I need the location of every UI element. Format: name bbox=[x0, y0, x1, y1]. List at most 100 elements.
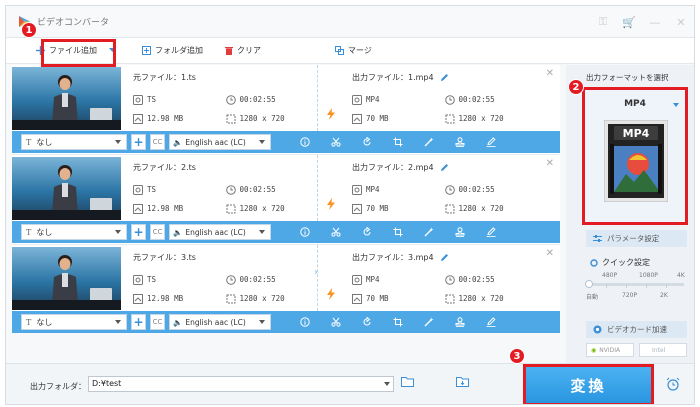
remove-item-icon[interactable]: ✕ bbox=[546, 68, 554, 79]
intel-badge: Intel bbox=[639, 343, 687, 357]
edit-pencil-icon[interactable] bbox=[440, 253, 449, 262]
quality-label-720p: 720P bbox=[622, 292, 638, 299]
title-bar: ビデオコンバータ ⚿ 🛒 — ✕ bbox=[6, 6, 694, 38]
scissors-icon[interactable] bbox=[320, 317, 351, 327]
watermark-stamp-icon[interactable] bbox=[444, 227, 475, 237]
resolution-icon bbox=[226, 204, 235, 213]
step-badge-2: 2 bbox=[568, 79, 584, 95]
subtitle-edit-icon[interactable] bbox=[475, 137, 506, 147]
parameter-settings-label: パラメータ設定 bbox=[607, 234, 660, 243]
rotate-icon[interactable] bbox=[351, 317, 382, 327]
convert-button[interactable]: 変換 bbox=[523, 364, 654, 404]
add-subtitle-button[interactable]: + bbox=[131, 134, 146, 150]
chevron-down-icon bbox=[673, 103, 679, 107]
add-subtitle-button[interactable]: + bbox=[131, 224, 146, 240]
subtitle-select[interactable]: T なし bbox=[21, 314, 127, 330]
format-icon bbox=[133, 184, 143, 195]
chevron-down-icon[interactable] bbox=[384, 382, 390, 386]
subtitle-edit-icon[interactable] bbox=[475, 317, 506, 327]
cart-icon[interactable]: 🛒 bbox=[616, 16, 642, 29]
clock-icon bbox=[225, 94, 236, 105]
rotate-icon[interactable] bbox=[351, 227, 382, 237]
cc-button[interactable]: CC bbox=[150, 314, 165, 330]
chevron-right-icon: › bbox=[314, 267, 318, 278]
effects-wand-icon[interactable] bbox=[413, 227, 444, 237]
quick-settings-heading: クイック設定 bbox=[590, 257, 650, 268]
minimize-button[interactable]: — bbox=[642, 16, 668, 29]
crop-icon[interactable] bbox=[382, 227, 413, 237]
scissors-icon[interactable] bbox=[320, 227, 351, 237]
quality-label-2k: 2K bbox=[660, 292, 668, 299]
browse-output-folder-button[interactable] bbox=[456, 376, 469, 389]
rotate-icon[interactable] bbox=[351, 137, 382, 147]
merge-button[interactable]: マージ bbox=[335, 45, 372, 56]
effects-wand-icon[interactable] bbox=[413, 137, 444, 147]
add-subtitle-button[interactable]: + bbox=[131, 314, 146, 330]
scissors-icon[interactable] bbox=[320, 137, 351, 147]
source-info: 元ファイル：1.ts TS 00:02:55 12.98 MB 1280 x 7… bbox=[133, 72, 318, 128]
edit-pencil-icon[interactable] bbox=[440, 73, 449, 82]
crop-icon[interactable] bbox=[382, 137, 413, 147]
info-icon[interactable] bbox=[289, 137, 320, 147]
source-duration: 00:02:55 bbox=[239, 275, 276, 284]
step-badge-1: 1 bbox=[21, 22, 37, 38]
source-filename: 元ファイル：3.ts bbox=[133, 253, 196, 262]
speaker-icon: 🔈 bbox=[173, 137, 183, 147]
source-filename: 元ファイル：2.ts bbox=[133, 163, 196, 172]
source-resolution: 1280 x 720 bbox=[239, 204, 285, 213]
audio-track-select[interactable]: 🔈 English aac (LC) bbox=[169, 314, 271, 330]
clear-button[interactable]: クリア bbox=[225, 45, 261, 56]
video-thumbnail[interactable] bbox=[12, 67, 121, 130]
audio-value: English aac (LC) bbox=[185, 227, 246, 237]
filesize-icon bbox=[352, 113, 362, 124]
selected-format: MP4 bbox=[624, 99, 646, 109]
hardware-accel-button[interactable]: ビデオカード加速 bbox=[586, 321, 687, 338]
audio-track-select[interactable]: 🔈 English aac (LC) bbox=[169, 134, 271, 150]
quality-slider-track[interactable] bbox=[588, 283, 684, 286]
crop-icon[interactable] bbox=[382, 317, 413, 327]
edit-pencil-icon[interactable] bbox=[440, 163, 449, 172]
output-filename: 出力ファイル：2.mp4 bbox=[352, 163, 434, 172]
source-size: 12.98 MB bbox=[147, 294, 184, 303]
watermark-stamp-icon[interactable] bbox=[444, 317, 475, 327]
file-item: 元ファイル：1.ts TS 00:02:55 12.98 MB 1280 x 7… bbox=[12, 65, 560, 155]
info-icon[interactable] bbox=[289, 227, 320, 237]
audio-value: English aac (LC) bbox=[185, 317, 246, 327]
subtitle-edit-icon[interactable] bbox=[475, 227, 506, 237]
remove-item-icon[interactable]: ✕ bbox=[546, 248, 554, 259]
add-folder-button[interactable]: フォルダ追加 bbox=[142, 45, 203, 56]
key-icon[interactable]: ⚿ bbox=[590, 15, 616, 29]
quality-slider-handle[interactable] bbox=[585, 280, 593, 288]
source-size: 12.98 MB bbox=[147, 204, 184, 213]
audio-track-select[interactable]: 🔈 English aac (LC) bbox=[169, 224, 271, 240]
source-duration: 00:02:55 bbox=[239, 95, 276, 104]
video-thumbnail[interactable] bbox=[12, 247, 121, 310]
open-folder-button[interactable] bbox=[401, 376, 414, 389]
nvidia-badge: ◉ NVIDIA bbox=[586, 343, 634, 357]
output-folder-input[interactable]: D:¥test bbox=[88, 376, 394, 392]
format-icon bbox=[352, 94, 362, 105]
quality-label-auto: 自動 bbox=[586, 294, 599, 301]
effects-wand-icon[interactable] bbox=[413, 317, 444, 327]
add-folder-label: フォルダ追加 bbox=[155, 46, 203, 55]
info-icon[interactable] bbox=[289, 317, 320, 327]
output-duration: 00:02:55 bbox=[458, 185, 495, 194]
video-thumbnail[interactable] bbox=[12, 157, 121, 220]
watermark-stamp-icon[interactable] bbox=[444, 137, 475, 147]
format-icon bbox=[352, 274, 362, 285]
lightning-icon bbox=[327, 198, 335, 212]
cc-button[interactable]: CC bbox=[150, 134, 165, 150]
output-format-selector[interactable]: MP4 MP4 bbox=[582, 87, 688, 225]
speaker-icon: 🔈 bbox=[173, 317, 183, 327]
close-window-button[interactable]: ✕ bbox=[668, 16, 694, 29]
merge-icon bbox=[335, 46, 344, 55]
resolution-icon bbox=[226, 294, 235, 303]
cc-button[interactable]: CC bbox=[150, 224, 165, 240]
alarm-clock-icon[interactable] bbox=[666, 377, 680, 393]
parameter-settings-button[interactable]: パラメータ設定 bbox=[586, 230, 687, 247]
subtitle-select[interactable]: T なし bbox=[21, 224, 127, 240]
source-duration: 00:02:55 bbox=[239, 185, 276, 194]
clock-icon bbox=[444, 94, 455, 105]
subtitle-select[interactable]: T なし bbox=[21, 134, 127, 150]
remove-item-icon[interactable]: ✕ bbox=[546, 158, 554, 169]
